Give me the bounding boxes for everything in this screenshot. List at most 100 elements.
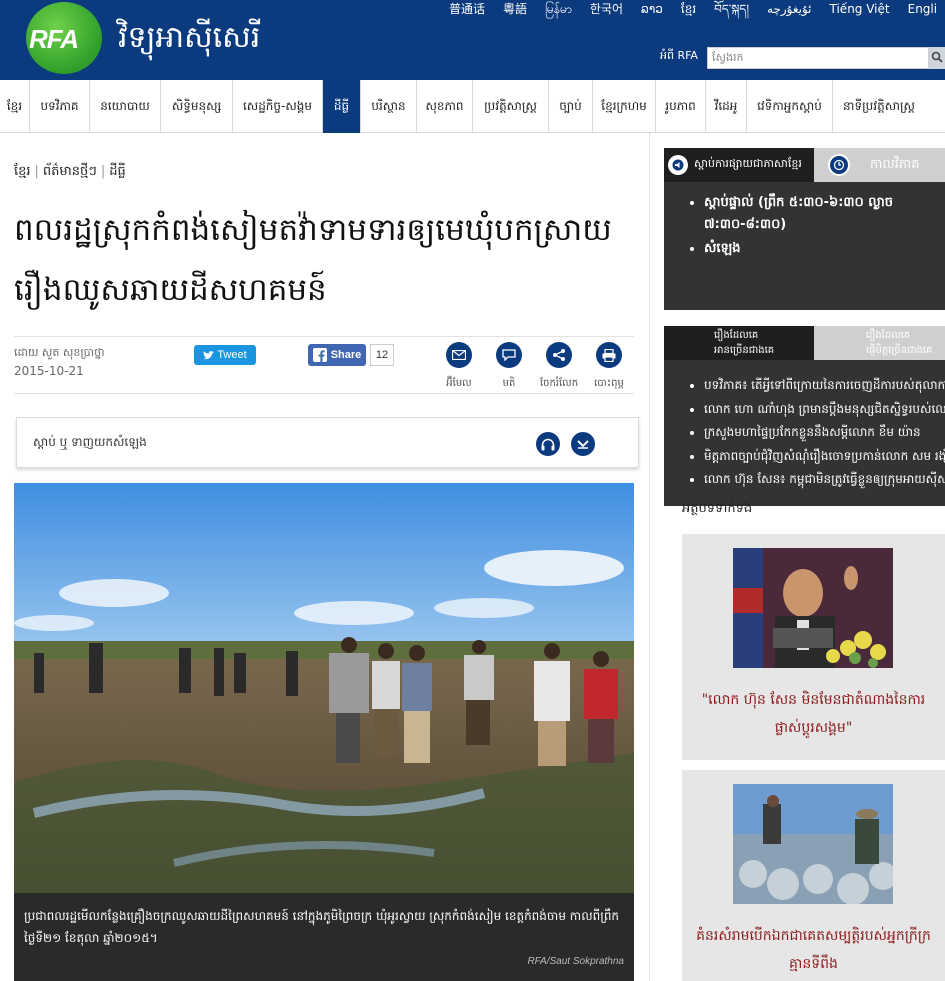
column-divider — [649, 133, 650, 981]
site-name[interactable]: វិទ្យុអាស៊ីសេរី — [118, 18, 260, 62]
related-card[interactable]: "លោក ហ៊ុន សែន មិនមែនជាតំណាងនៃការផ្លាស់ប្… — [682, 534, 945, 760]
related-thumbnail — [733, 548, 893, 668]
photo-caption: ប្រជាពលរដ្ឋមើលកន្លែងគ្រឿងចក្រឈូសឆាយដីព្រ… — [14, 893, 634, 981]
lang-link-vietnamese[interactable]: Tiếng Việt — [821, 0, 899, 18]
related-card[interactable]: គំនរសំរាមបើកឯកជាគេតសម្បត្តិរបស់អ្នកក្រីក… — [682, 770, 945, 981]
story-link[interactable]: មិត្តភាពច្បាប់ជុំវិញសំណុំរឿងចោទប្រកាន់លោ… — [704, 445, 945, 469]
caption-text: ប្រជាពលរដ្ឋមើលកន្លែងគ្រឿងចក្រឈូសឆាយដីព្រ… — [24, 909, 620, 945]
twitter-icon — [203, 350, 215, 359]
download-icon — [577, 440, 589, 449]
nav-item-politics[interactable]: នយោបាយ — [90, 80, 161, 133]
article-photo — [14, 483, 634, 893]
listen-live-link[interactable]: ស្ដាប់ផ្ទាល់ (ព្រឹក ៥:៣០-៦:៣០ ល្ងាច ៧:៣០… — [704, 192, 934, 236]
nav-item-history[interactable]: ប្រវត្តិសាស្ត្រ — [473, 80, 549, 133]
tab-most-read[interactable]: រឿងដែលគេ អានច្រើនជាងគេ — [664, 326, 814, 360]
logo-text: RFA — [29, 24, 79, 54]
tab-schedule-label: កាលវិភាគ — [870, 156, 920, 172]
nav-item-human-rights[interactable]: សិទ្ធិមនុស្ស — [161, 80, 233, 133]
facebook-share-button[interactable]: Share — [308, 344, 366, 366]
breadcrumb-land[interactable]: ដីធ្លី — [109, 164, 126, 179]
lang-link-uyghur[interactable]: ئۇيغۇرچە — [758, 0, 821, 18]
search-button[interactable] — [929, 47, 945, 69]
rfa-logo[interactable]: RFA — [26, 2, 102, 74]
clock-icon — [828, 154, 850, 176]
comment-label: មតិ — [502, 378, 516, 389]
nav-item-photos[interactable]: រូបភាព — [656, 80, 706, 133]
nav-item-listeners-forum[interactable]: វេទិកាអ្នកស្ដាប់ — [747, 80, 833, 133]
main-nav: ខ្មែរ បទវិភាគ នយោបាយ សិទ្ធិមនុស្ស សេដ្ឋក… — [0, 80, 945, 133]
related-photo-1 — [733, 548, 893, 668]
facebook-icon — [312, 348, 327, 362]
speaker-icon — [668, 155, 688, 175]
print-tool[interactable]: បោះពុម្ព — [584, 342, 634, 391]
related-heading: អត្ថបទទាក់ទង — [682, 501, 753, 516]
nav-item-khmer-rouge[interactable]: ខ្មែរក្រហម — [593, 80, 656, 133]
nav-item-health[interactable]: សុខភាព — [417, 80, 473, 133]
listen-audio-link[interactable]: សំឡេង — [704, 238, 934, 260]
related-title[interactable]: គំនរសំរាមបើកឯកជាគេតសម្បត្តិរបស់អ្នកក្រីក… — [692, 922, 935, 978]
tweet-label: Tweet — [217, 349, 247, 361]
photo-scene — [14, 483, 634, 893]
search-icon — [931, 51, 943, 63]
audio-label: ស្ដាប់ ឬ ទាញយកសំឡេង — [33, 435, 147, 449]
nav-item-khmer[interactable]: ខ្មែរ — [0, 80, 30, 133]
story-link[interactable]: លោក ហោ ណាំហុង ព្រមានប្ដឹងមនុស្សជិតស្និទ្… — [704, 398, 945, 422]
lang-link-mandarin[interactable]: 普通话 — [440, 0, 494, 18]
breadcrumb-khmer[interactable]: ខ្មែរ — [14, 164, 31, 179]
tab-most-emailed-line1: រឿងដែលគេ — [866, 330, 911, 341]
nav-item-history-minute[interactable]: នាទីប្រវត្តិសាស្ត្រ — [833, 80, 925, 133]
lang-link-cantonese[interactable]: 粵語 — [494, 0, 536, 18]
printer-icon — [596, 342, 622, 368]
lang-link-tibetan[interactable]: བོད་སྐད། — [705, 0, 758, 18]
breadcrumb: ខ្មែរ | ព័ត៌មានថ្មីៗ | ដីធ្លី — [14, 164, 126, 179]
search-input[interactable]: ស្វែងរក — [707, 47, 929, 69]
related-thumbnail — [733, 784, 893, 904]
listen-widget: ស្ដាប់ការផ្សាយជាភាសាខ្មែរ កាលវិភាគ ស្ដាប… — [664, 148, 945, 310]
lang-link-khmer[interactable]: ខ្មែរ — [672, 0, 705, 18]
tab-listen-label: ស្ដាប់ការផ្សាយជាភាសាខ្មែរ — [694, 157, 802, 170]
headphones-icon — [541, 438, 555, 450]
nav-item-environment[interactable]: បរិស្ថាន — [361, 80, 417, 133]
nav-item-economy-society[interactable]: សេដ្ឋកិច្ច-សង្គម — [233, 80, 323, 133]
nav-item-video[interactable]: វីដេអូ — [706, 80, 747, 133]
related-title[interactable]: "លោក ហ៊ុន សែន មិនមែនជាតំណាងនៃការផ្លាស់ប្… — [692, 686, 935, 742]
share-tool-label: ចែករំលែក — [539, 378, 579, 389]
breadcrumb-news[interactable]: ព័ត៌មានថ្មីៗ — [43, 164, 97, 179]
comment-tool[interactable]: មតិ — [484, 342, 534, 391]
story-link[interactable]: ក្រសួងមហាផ្ទៃប្រកែកខ្លួននឹងសម្ដីលោក ខឹម … — [704, 421, 945, 445]
photo-credit: RFA/Saut Sokprathna — [527, 956, 624, 967]
tab-most-read-line1: រឿងដែលគេ — [714, 330, 759, 341]
email-tool[interactable]: អ៊ីមែល — [434, 342, 484, 391]
author: ដោយ សួត សុខប្រាថ្នា — [14, 346, 105, 359]
share-tool[interactable]: ចែករំលែក — [534, 342, 584, 391]
print-label: បោះពុម្ព — [594, 378, 624, 389]
story-list: បទវិភាគ៖ តើអ្វីទៅពីក្រោយនៃការចេញដីការបស់… — [688, 374, 945, 492]
nav-item-analysis[interactable]: បទវិភាគ — [30, 80, 90, 133]
listen-list: ស្ដាប់ផ្ទាល់ (ព្រឹក ៥:៣០-៦:៣០ ល្ងាច ៧:៣០… — [704, 192, 934, 262]
lang-link-burmese[interactable]: မြန်မာ — [536, 0, 581, 18]
lang-link-english[interactable]: Engli — [899, 0, 945, 18]
lang-link-korean[interactable]: 한국어 — [581, 0, 632, 18]
tab-listen-khmer[interactable]: ស្ដាប់ការផ្សាយជាភាសាខ្មែរ — [664, 148, 814, 182]
share-icon — [546, 342, 572, 368]
language-links: 普通话 粵語 မြန်မာ 한국어 ລາວ ខ្មែរ བོད་སྐད། ئۇي… — [440, 0, 945, 18]
site-header: RFA វិទ្យុអាស៊ីសេរី 普通话 粵語 မြန်မာ 한국어 ລາ… — [0, 0, 945, 80]
tab-most-emailed-line2: ផ្ញើមិត្តច្រើនជាងគេ — [866, 345, 933, 356]
story-link[interactable]: លោក ហ៊ុន សែន៖ កម្ពុជាមិនត្រូវធ្វើខ្លួនឲ្… — [704, 468, 945, 492]
comment-icon — [496, 342, 522, 368]
tab-most-emailed[interactable]: រឿងដែលគេ ផ្ញើមិត្តច្រើនជាងគេ — [814, 326, 945, 360]
listen-button[interactable] — [536, 432, 560, 456]
nav-item-law[interactable]: ច្បាប់ — [549, 80, 593, 133]
email-icon — [446, 342, 472, 368]
tab-schedule[interactable]: កាលវិភាគ — [814, 148, 945, 182]
download-button[interactable] — [571, 432, 595, 456]
top-stories-widget: រឿងដែលគេ អានច្រើនជាងគេ រឿងដែលគេ ផ្ញើមិត្… — [664, 326, 945, 506]
tweet-button[interactable]: Tweet — [194, 345, 256, 365]
byline-bar: ដោយ សួត សុខប្រាថ្នា 2015-10-21 Tweet Sha… — [14, 336, 634, 394]
share-label: Share — [330, 349, 362, 361]
about-rfa-link[interactable]: អំពី RFA — [660, 49, 698, 65]
story-link[interactable]: បទវិភាគ៖ តើអ្វីទៅពីក្រោយនៃការចេញដីការបស់… — [704, 374, 945, 398]
lang-link-lao[interactable]: ລາວ — [632, 0, 672, 18]
nav-item-land[interactable]: ដីធ្លី — [323, 80, 361, 133]
share-count: 12 — [370, 344, 394, 366]
